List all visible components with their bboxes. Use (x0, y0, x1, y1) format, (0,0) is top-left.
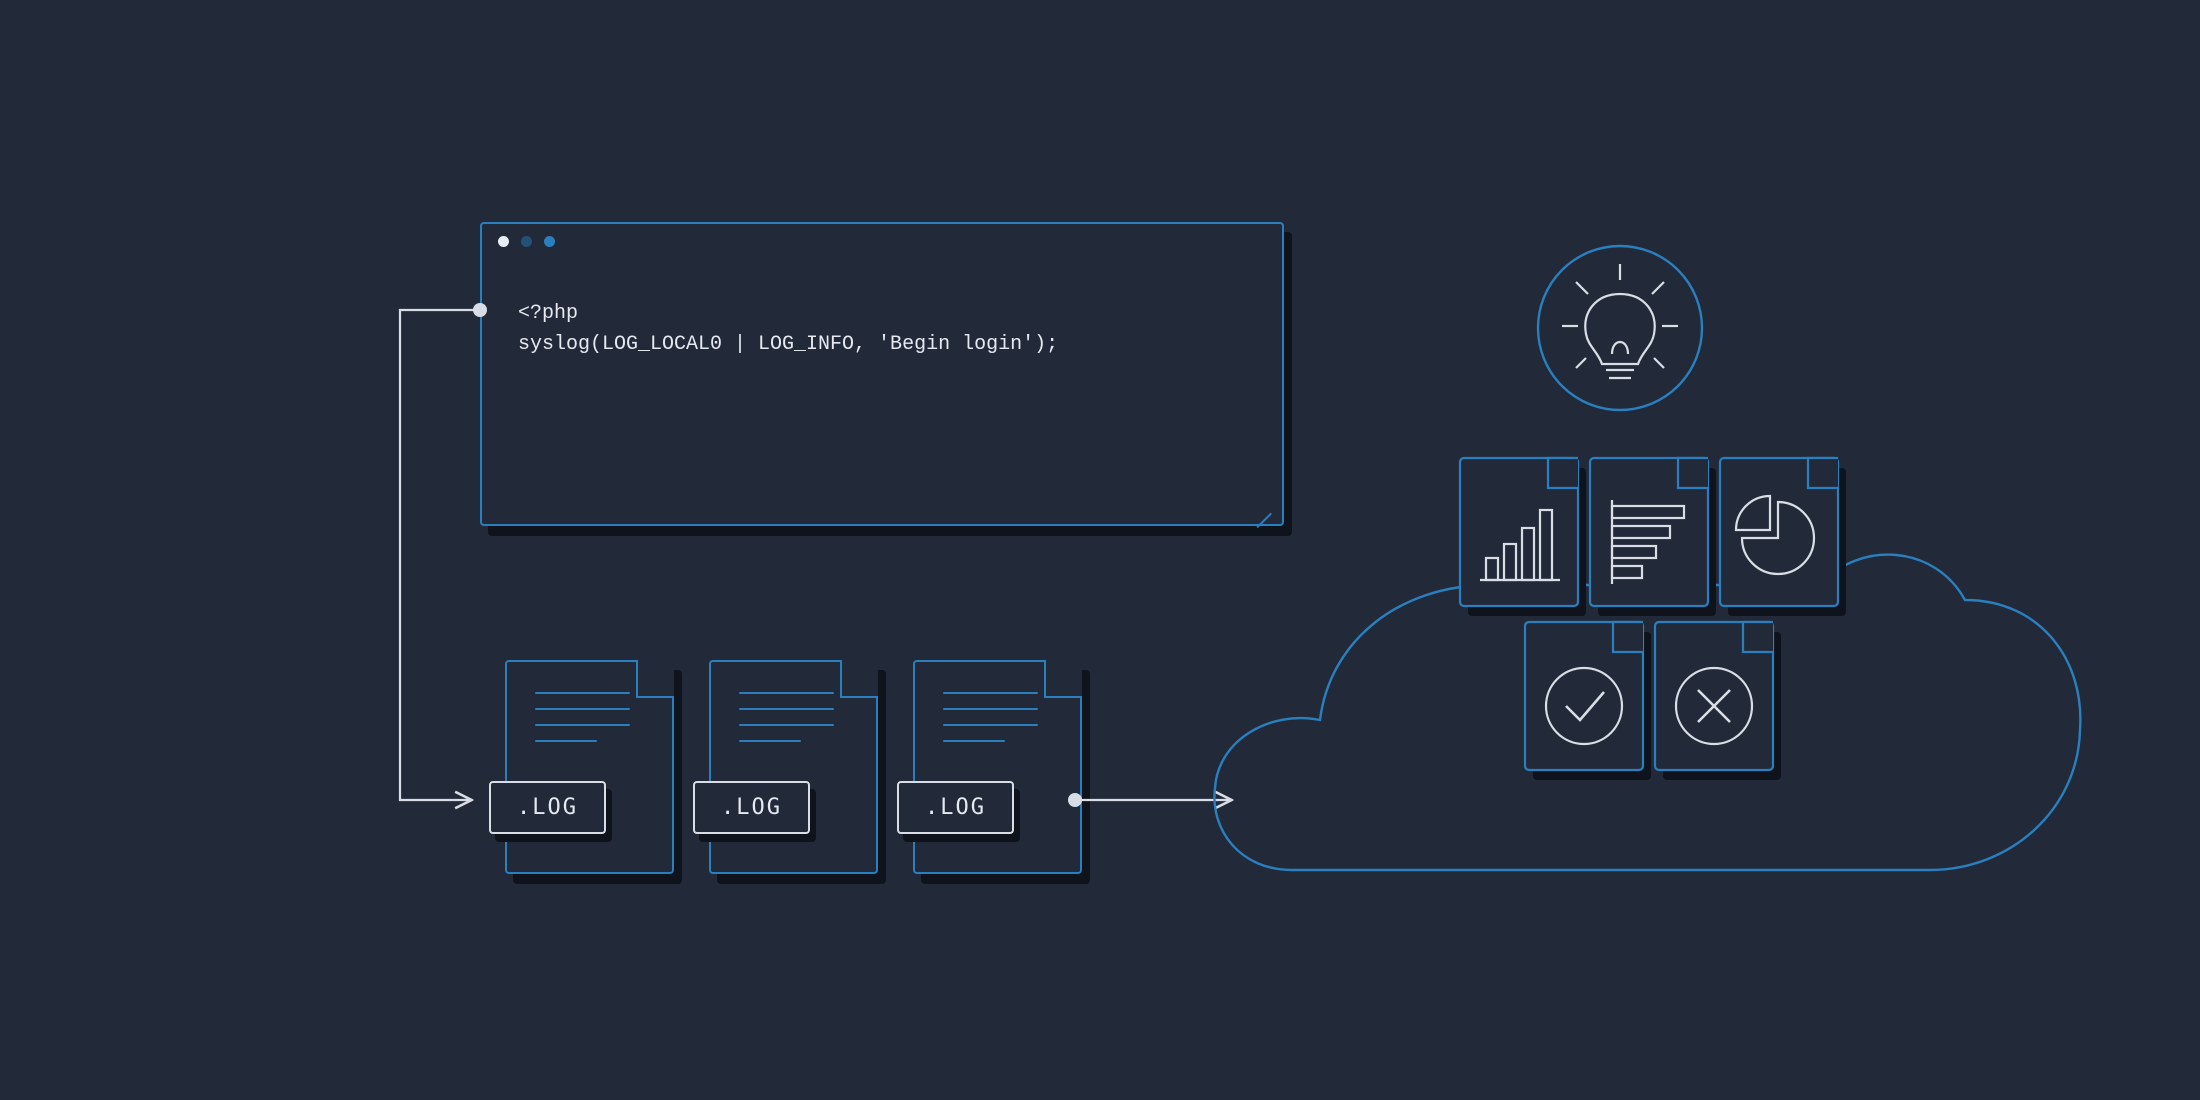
window-dot-close-icon (498, 236, 509, 247)
card-horizontal-chart-icon (1590, 458, 1708, 606)
log-file-card: .LOG (505, 660, 674, 874)
window-titlebar (482, 224, 1282, 258)
diagram-stage: <?php syslog(LOG_LOCAL0 | LOG_INFO, 'Beg… (0, 0, 2200, 1100)
code-line-2: syslog(LOG_LOCAL0 | LOG_INFO, 'Begin log… (518, 333, 1058, 356)
code-line-1: <?php (518, 302, 578, 325)
card-check-icon (1525, 622, 1643, 770)
card-bar-chart-icon (1460, 458, 1578, 606)
file-text-lines-icon (943, 692, 1038, 742)
log-extension-badge: .LOG (693, 781, 810, 834)
file-text-lines-icon (739, 692, 834, 742)
resize-handle-icon (1256, 498, 1272, 514)
card-x-icon (1655, 622, 1773, 770)
connector-code-to-logs (400, 310, 480, 800)
log-file-card: .LOG (709, 660, 878, 874)
window-dot-minimize-icon (521, 236, 532, 247)
log-file-card: .LOG (913, 660, 1082, 874)
code-body: <?php syslog(LOG_LOCAL0 | LOG_INFO, 'Beg… (482, 258, 1282, 360)
card-pie-chart-icon (1720, 458, 1838, 606)
code-window: <?php syslog(LOG_LOCAL0 | LOG_INFO, 'Beg… (480, 222, 1284, 526)
lightbulb-insight-icon (1538, 246, 1702, 410)
window-dot-zoom-icon (544, 236, 555, 247)
log-extension-badge: .LOG (897, 781, 1014, 834)
flow-connectors (0, 0, 2200, 1100)
cloud-icon (1214, 555, 2080, 870)
file-text-lines-icon (535, 692, 630, 742)
log-file-group: .LOG .LOG .LOG (505, 660, 1082, 874)
log-extension-badge: .LOG (489, 781, 606, 834)
